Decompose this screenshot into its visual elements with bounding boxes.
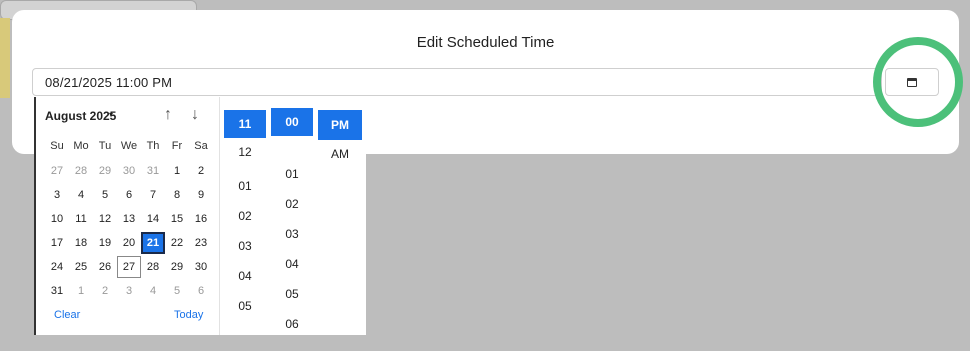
calendar-week: 10 11 12 13 14 15 16: [45, 207, 213, 231]
calendar-day[interactable]: 15: [165, 208, 189, 230]
calendar-day[interactable]: 5: [165, 280, 189, 302]
calendar-day[interactable]: 2: [189, 160, 213, 182]
calendar-day[interactable]: 24: [45, 256, 69, 278]
calendar-day[interactable]: 9: [189, 184, 213, 206]
am-option[interactable]: AM: [318, 147, 362, 161]
calendar-day[interactable]: 16: [189, 208, 213, 230]
calendar-day[interactable]: 31: [45, 280, 69, 302]
weekday-label: Sa: [194, 140, 208, 152]
minute-option[interactable]: 03: [271, 227, 313, 241]
calendar-day[interactable]: 27: [117, 256, 141, 278]
calendar-week: 31 1 2 3 4 5 6: [45, 279, 213, 303]
calendar-day[interactable]: 23: [189, 232, 213, 254]
today-button[interactable]: Today: [174, 309, 203, 321]
calendar-pane: August 2025 ▾ ↑ ↓ Su Mo Tu We Th Fr Sa 2…: [36, 97, 220, 335]
hour-option[interactable]: 03: [224, 239, 266, 253]
calendar-day[interactable]: 29: [165, 256, 189, 278]
minute-selected[interactable]: 00: [271, 108, 313, 136]
calendar-day[interactable]: 1: [69, 280, 93, 302]
calendar-day[interactable]: 29: [93, 160, 117, 182]
calendar-day[interactable]: 10: [45, 208, 69, 230]
calendar-day[interactable]: 8: [165, 184, 189, 206]
weekday-label: Fr: [171, 140, 183, 152]
calendar-day[interactable]: 4: [69, 184, 93, 206]
calendar-day[interactable]: 20: [117, 232, 141, 254]
calendar-week: 17 18 19 20 21 22 23: [45, 231, 213, 255]
calendar-day[interactable]: 6: [117, 184, 141, 206]
minute-option[interactable]: 01: [271, 167, 313, 181]
calendar-day[interactable]: 3: [45, 184, 69, 206]
hour-option[interactable]: 05: [224, 299, 266, 313]
prev-month-button[interactable]: ↑: [164, 106, 172, 124]
datetime-picker: August 2025 ▾ ↑ ↓ Su Mo Tu We Th Fr Sa 2…: [34, 97, 366, 335]
calendar-day[interactable]: 7: [141, 184, 165, 206]
calendar-day[interactable]: 17: [45, 232, 69, 254]
calendar-day[interactable]: 22: [165, 232, 189, 254]
clear-button[interactable]: Clear: [54, 309, 80, 321]
calendar-week: 27 28 29 30 31 1 2: [45, 159, 213, 183]
calendar-day[interactable]: 26: [93, 256, 117, 278]
hour-option[interactable]: 12: [224, 145, 266, 159]
calendar-day[interactable]: 18: [69, 232, 93, 254]
weekday-label: We: [120, 140, 138, 152]
minute-option[interactable]: 05: [271, 287, 313, 301]
datetime-value: 08/21/2025 11:00 PM: [45, 75, 173, 90]
highlight-circle: [873, 37, 963, 127]
weekday-label: Su: [50, 140, 64, 152]
weekday-label: Th: [146, 140, 160, 152]
minute-option[interactable]: 06: [271, 317, 313, 331]
calendar-day[interactable]: 6: [189, 280, 213, 302]
calendar-day[interactable]: 30: [189, 256, 213, 278]
datetime-input[interactable]: 08/21/2025 11:00 PM: [32, 68, 882, 96]
minute-option[interactable]: 02: [271, 197, 313, 211]
calendar-day[interactable]: 1: [165, 160, 189, 182]
calendar-day[interactable]: 5: [93, 184, 117, 206]
calendar-day[interactable]: 4: [141, 280, 165, 302]
background-card: [0, 18, 10, 98]
calendar-day[interactable]: 19: [93, 232, 117, 254]
weekday-label: Mo: [73, 140, 89, 152]
day-grid: 27 28 29 30 31 1 2 3 4 5 6 7 8 9 10 11 12 13 14 15 16 17 18 19 2…: [45, 159, 213, 303]
calendar-day[interactable]: 3: [117, 280, 141, 302]
calendar-week: 24 25 26 27 28 29 30: [45, 255, 213, 279]
next-month-button[interactable]: ↓: [191, 106, 199, 124]
weekday-header: Su Mo Tu We Th Fr Sa: [45, 140, 213, 152]
calendar-day[interactable]: 2: [93, 280, 117, 302]
calendar-day[interactable]: 30: [117, 160, 141, 182]
calendar-day[interactable]: 27: [45, 160, 69, 182]
calendar-day[interactable]: 12: [93, 208, 117, 230]
calendar-week: 3456789: [45, 183, 213, 207]
pm-option-selected[interactable]: PM: [318, 110, 362, 140]
hour-option[interactable]: 02: [224, 209, 266, 223]
calendar-day[interactable]: 14: [141, 208, 165, 230]
chevron-down-icon[interactable]: ▾: [109, 110, 113, 119]
minute-option[interactable]: 04: [271, 257, 313, 271]
calendar-day[interactable]: 11: [69, 208, 93, 230]
calendar-day[interactable]: 28: [69, 160, 93, 182]
calendar-day[interactable]: 31: [141, 160, 165, 182]
month-select[interactable]: August 2025: [45, 109, 116, 123]
calendar-day[interactable]: 25: [69, 256, 93, 278]
weekday-label: Tu: [98, 140, 112, 152]
calendar-day[interactable]: 21: [141, 232, 165, 254]
calendar-day[interactable]: 28: [141, 256, 165, 278]
time-pane: 11 00 PM 12 01 02 03 04 05 01 02 03 04 0…: [220, 97, 366, 335]
modal-title: Edit Scheduled Time: [416, 34, 555, 51]
hour-selected[interactable]: 11: [224, 110, 266, 138]
calendar-day[interactable]: 13: [117, 208, 141, 230]
hour-option[interactable]: 01: [224, 179, 266, 193]
hour-option[interactable]: 04: [224, 269, 266, 283]
